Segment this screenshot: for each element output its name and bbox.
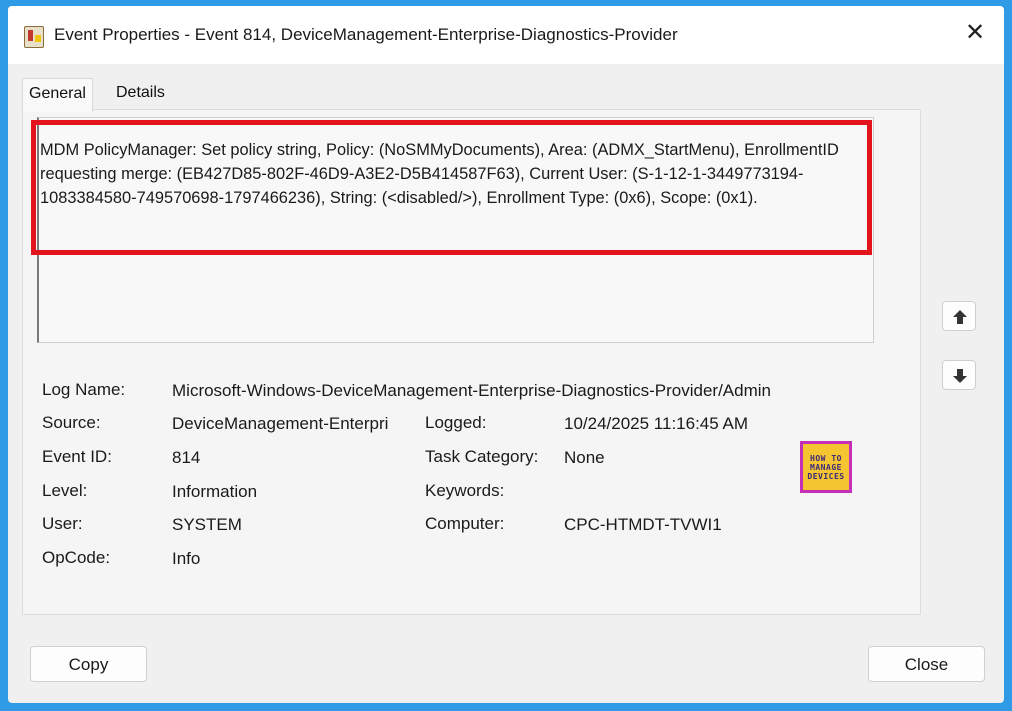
task-category-label: Task Category: bbox=[425, 447, 539, 466]
keywords-label: Keywords: bbox=[425, 481, 505, 500]
logo-text-line1: HOW TO bbox=[810, 453, 842, 463]
logo-text-line3: DEVICES bbox=[807, 471, 845, 481]
user-label: User: bbox=[42, 514, 83, 533]
opcode-label: OpCode: bbox=[42, 548, 111, 567]
logo-text-line2: MANAGE bbox=[810, 462, 842, 472]
event-description: MDM PolicyManager: Set policy string, Po… bbox=[40, 141, 839, 207]
event-properties-window: Event Properties - Event 814, DeviceMana… bbox=[8, 6, 1004, 703]
title-bar: Event Properties - Event 814, DeviceMana… bbox=[8, 6, 1004, 64]
computer-value: CPC-HTMDT-TVWI1 bbox=[564, 515, 722, 534]
level-value: Information bbox=[172, 482, 258, 501]
source-label: Source: bbox=[42, 413, 101, 432]
opcode-value: Info bbox=[172, 549, 201, 568]
computer-label: Computer: bbox=[425, 514, 505, 533]
logged-label: Logged: bbox=[425, 413, 487, 432]
previous-event-button[interactable] bbox=[942, 301, 976, 331]
event-viewer-icon bbox=[24, 26, 44, 48]
arrow-down-icon bbox=[953, 369, 967, 383]
close-icon[interactable]: ✕ bbox=[962, 20, 988, 46]
tab-details[interactable]: Details bbox=[110, 78, 171, 110]
log-name-value: Microsoft-Windows-DeviceManagement-Enter… bbox=[172, 381, 771, 400]
copy-button[interactable]: Copy bbox=[30, 646, 147, 682]
event-id-label: Event ID: bbox=[42, 447, 112, 466]
source-value: DeviceManagement-Enterpri bbox=[172, 414, 389, 433]
log-name-label: Log Name: bbox=[42, 380, 126, 399]
how-to-manage-devices-logo: HOW TO MANAGE DEVICES bbox=[800, 441, 852, 493]
next-event-button[interactable] bbox=[942, 360, 976, 390]
user-value: SYSTEM bbox=[172, 515, 242, 534]
level-label: Level: bbox=[42, 481, 88, 500]
event-id-value: 814 bbox=[172, 448, 201, 467]
tab-general[interactable]: General bbox=[22, 78, 93, 112]
window-title: Event Properties - Event 814, DeviceMana… bbox=[54, 25, 678, 44]
logged-value: 10/24/2025 11:16:45 AM bbox=[564, 414, 749, 433]
task-category-value: None bbox=[564, 448, 605, 467]
arrow-up-icon bbox=[953, 310, 967, 324]
close-button[interactable]: Close bbox=[868, 646, 985, 682]
